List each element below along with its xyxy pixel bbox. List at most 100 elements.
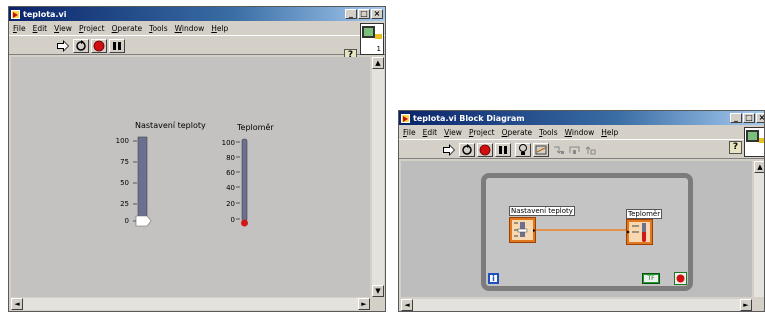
step-over-icon — [569, 146, 580, 154]
labview-vi-icon — [11, 9, 20, 19]
scroll-left-button[interactable]: ◄ — [11, 298, 23, 310]
run-continuously-icon — [462, 144, 472, 155]
vertical-scrollbar[interactable]: ▲ — [754, 161, 764, 297]
slide-control[interactable] — [129, 135, 157, 229]
block-diagram-window: teplota.vi Block Diagram _ □ × File Edit… — [398, 110, 765, 312]
pause-icon — [113, 42, 121, 50]
stop-sign-icon — [93, 40, 105, 52]
menu-view[interactable]: View — [54, 24, 72, 33]
scroll-down-button[interactable]: ▼ — [372, 285, 384, 297]
pause-button[interactable] — [495, 143, 511, 157]
context-help-button[interactable]: ? — [729, 141, 742, 154]
control-terminal-label: Nastavení teploty — [509, 206, 575, 216]
loop-condition-terminal[interactable] — [674, 272, 687, 285]
slide-tick: 25 — [120, 200, 129, 208]
menu-help[interactable]: Help — [601, 128, 618, 137]
data-wire[interactable] — [536, 227, 626, 233]
close-button[interactable]: × — [371, 9, 383, 19]
menu-tools[interactable]: Tools — [539, 128, 557, 137]
scroll-up-button[interactable]: ▲ — [372, 57, 384, 69]
boolean-constant-value: TF — [644, 275, 658, 282]
thermometer-indicator-terminal[interactable] — [626, 219, 653, 245]
step-into-button[interactable] — [551, 143, 567, 157]
maximize-button[interactable]: □ — [743, 113, 755, 123]
run-continuously-button[interactable] — [73, 39, 89, 53]
lightbulb-icon — [519, 144, 527, 155]
run-arrow-icon — [57, 40, 69, 52]
highlight-execution-button[interactable] — [515, 143, 531, 157]
slide-label: Nastavení teploty — [135, 121, 206, 130]
run-continuously-button[interactable] — [459, 143, 475, 157]
front-panel-canvas: Nastavení teploty 100 75 50 25 0 Teplomě… — [11, 57, 370, 297]
menu-edit[interactable]: Edit — [423, 128, 438, 137]
thermometer-label: Teploměr — [237, 123, 274, 132]
step-out-icon — [585, 146, 596, 155]
menu-edit[interactable]: Edit — [33, 24, 48, 33]
menu-bar: File Edit View Project Operate Tools Win… — [9, 22, 385, 34]
boolean-constant[interactable]: TF — [642, 273, 660, 284]
menu-window[interactable]: Window — [565, 128, 595, 137]
abort-button[interactable] — [91, 39, 107, 53]
slide-control-terminal[interactable] — [509, 217, 536, 243]
run-button[interactable] — [441, 143, 457, 157]
block-diagram-canvas: Nastavení teploty Teploměr i TF — [401, 161, 752, 297]
menu-operate[interactable]: Operate — [112, 24, 143, 33]
run-continuously-icon — [76, 40, 86, 51]
step-over-button[interactable] — [567, 143, 583, 157]
scroll-right-button[interactable]: ► — [358, 298, 370, 310]
run-arrow-icon — [443, 144, 455, 156]
menu-file[interactable]: File — [403, 128, 416, 137]
slide-tick: 100 — [115, 137, 129, 145]
slide-tick: 0 — [124, 217, 129, 225]
connector-pane-icon[interactable] — [744, 127, 764, 157]
slide-thumb[interactable] — [135, 215, 152, 227]
front-panel-toolbar — [9, 35, 385, 55]
thermometer-tick: 40 — [226, 184, 235, 192]
horizontal-scrollbar[interactable]: ◄ ► — [11, 298, 370, 310]
menu-project[interactable]: Project — [79, 24, 105, 33]
connector-pane-icon[interactable]: 1 — [360, 23, 384, 55]
connector-number: 1 — [376, 45, 381, 53]
probe-icon — [535, 145, 547, 155]
pause-icon — [499, 146, 507, 154]
menu-help[interactable]: Help — [211, 24, 228, 33]
labview-vi-icon — [401, 113, 410, 123]
front-panel-titlebar[interactable]: teplota.vi _ □ × — [9, 7, 385, 21]
menu-tools[interactable]: Tools — [149, 24, 167, 33]
run-button[interactable] — [55, 39, 71, 53]
retain-wire-values-button[interactable] — [533, 143, 549, 157]
pause-button[interactable] — [109, 39, 125, 53]
window-title: teplota.vi — [23, 9, 67, 19]
block-diagram-toolbar — [399, 139, 764, 159]
scroll-right-button[interactable]: ► — [740, 299, 752, 311]
thermometer-terminal-icon — [627, 222, 650, 242]
indicator-terminal-label: Teploměr — [626, 209, 663, 219]
menu-view[interactable]: View — [444, 128, 462, 137]
vi-icon — [746, 130, 764, 143]
menu-operate[interactable]: Operate — [502, 128, 533, 137]
menu-project[interactable]: Project — [469, 128, 495, 137]
minimize-button[interactable]: _ — [345, 9, 357, 19]
close-button[interactable]: × — [756, 113, 764, 123]
vertical-scrollbar[interactable]: ▲ ▼ — [372, 57, 384, 297]
menu-bar: File Edit View Project Operate Tools Win… — [399, 126, 764, 138]
thermometer-tick: 60 — [226, 169, 235, 177]
menu-window[interactable]: Window — [175, 24, 205, 33]
horizontal-scrollbar[interactable]: ◄ ► — [401, 299, 752, 311]
iteration-terminal[interactable]: i — [488, 273, 499, 284]
block-diagram-titlebar[interactable]: teplota.vi Block Diagram _ □ × — [399, 111, 764, 125]
stop-condition-icon — [676, 274, 685, 283]
scroll-up-button[interactable]: ▲ — [754, 161, 764, 173]
minimize-button[interactable]: _ — [730, 113, 742, 123]
slide-tick: 75 — [120, 158, 129, 166]
maximize-button[interactable]: □ — [358, 9, 370, 19]
slide-tick: 50 — [120, 179, 129, 187]
menu-file[interactable]: File — [13, 24, 26, 33]
scroll-left-button[interactable]: ◄ — [401, 299, 413, 311]
abort-button[interactable] — [477, 143, 493, 157]
vi-icon — [362, 26, 382, 39]
thermometer-tick: 0 — [230, 216, 235, 224]
step-out-button[interactable] — [583, 143, 599, 157]
step-into-icon — [554, 146, 564, 154]
thermometer-tick: 80 — [226, 154, 235, 162]
